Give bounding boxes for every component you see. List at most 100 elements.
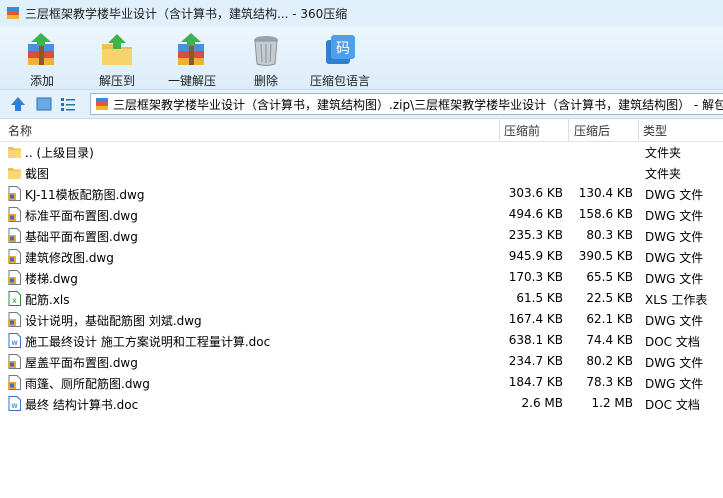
file-type: 文件夹 xyxy=(645,146,682,160)
file-size: 170.3 KB xyxy=(508,270,563,284)
doc-file-icon: w xyxy=(8,396,21,411)
add-button[interactable]: 添加 xyxy=(18,26,66,89)
file-packed-size: 22.5 KB xyxy=(586,291,633,305)
file-row[interactable]: 建筑修改图.dwg 945.9 KB 390.5 KB DWG 文件 xyxy=(0,246,723,267)
up-arrow-icon[interactable] xyxy=(10,96,26,112)
app-icon xyxy=(6,6,20,20)
file-name: 雨篷、厕所配筋图.dwg xyxy=(25,377,150,391)
add-archive-icon xyxy=(24,32,60,68)
file-type: DWG 文件 xyxy=(645,209,704,223)
file-row[interactable]: w 施工最终设计 施工方案说明和工程量计算.doc 638.1 KB 74.4 KB D… xyxy=(0,330,723,351)
column-divider[interactable] xyxy=(638,119,639,141)
file-packed-size: 130.4 KB xyxy=(578,186,633,200)
file-size: 945.9 KB xyxy=(508,249,563,263)
file-name: 最终 结构计算书.doc xyxy=(25,398,139,412)
file-type: XLS 工作表 xyxy=(645,293,708,307)
file-type: DWG 文件 xyxy=(645,377,704,391)
dwg-file-icon xyxy=(8,207,21,222)
dwg-file-icon xyxy=(8,228,21,243)
file-type: DWG 文件 xyxy=(645,314,704,328)
file-row[interactable]: w 最终 结构计算书.doc 2.6 MB 1.2 MB DOC 文档 xyxy=(0,393,723,414)
file-name: KJ-11模板配筋图.dwg xyxy=(25,188,145,202)
address-field[interactable]: 三层框架教学楼毕业设计（含计算书，建筑结构图）.zip\三层框架教学楼毕业设计（… xyxy=(90,93,723,115)
dwg-file-icon xyxy=(8,270,21,285)
svg-text:码: 码 xyxy=(336,41,350,57)
extract-folder-icon xyxy=(99,32,135,68)
file-size: 638.1 KB xyxy=(508,333,563,347)
file-name: 截图 xyxy=(25,167,50,181)
file-name: 配筋.xls xyxy=(25,293,70,307)
file-name: .. (上级目录) xyxy=(25,146,94,160)
file-packed-size: 62.1 KB xyxy=(586,312,633,326)
window-title: 三层框架教学楼毕业设计（含计算书，建筑结构... - 360压缩 xyxy=(25,6,348,21)
address-bar: 三层框架教学楼毕业设计（含计算书，建筑结构图）.zip\三层框架教学楼毕业设计（… xyxy=(0,89,723,119)
file-row[interactable]: KJ-11模板配筋图.dwg 303.6 KB 130.4 KB DWG 文件 xyxy=(0,183,723,204)
file-size: 494.6 KB xyxy=(508,207,563,221)
toolbar: 添加 解压到 一键解压 删除 码 压缩包语言 xyxy=(0,26,723,89)
extract-to-label: 解压到 xyxy=(98,74,135,88)
dwg-file-icon xyxy=(8,249,21,264)
archive-language-button[interactable]: 码 压缩包语言 xyxy=(306,26,374,89)
file-row[interactable]: x 配筋.xls 61.5 KB 22.5 KB XLS 工作表 xyxy=(0,288,723,309)
file-size: 61.5 KB xyxy=(516,291,563,305)
column-header: 名称 压缩前 压缩后 类型 xyxy=(0,119,723,142)
file-type: 文件夹 xyxy=(645,167,682,181)
large-icon-view-icon[interactable] xyxy=(36,96,52,112)
file-size: 234.7 KB xyxy=(508,354,563,368)
file-row[interactable]: 雨篷、厕所配筋图.dwg 184.7 KB 78.3 KB DWG 文件 xyxy=(0,372,723,393)
add-label: 添加 xyxy=(29,74,54,88)
svg-text:x: x xyxy=(12,296,17,305)
file-row[interactable]: 设计说明，基础配筋图 刘斌.dwg 167.4 KB 62.1 KB DWG 文件 xyxy=(0,309,723,330)
file-name: 基础平面布置图.dwg xyxy=(25,230,138,244)
file-type: DOC 文档 xyxy=(645,335,700,349)
column-type[interactable]: 类型 xyxy=(643,122,667,139)
file-name: 设计说明，基础配筋图 刘斌.dwg xyxy=(25,314,202,328)
dwg-file-icon xyxy=(8,354,21,369)
xls-file-icon: x xyxy=(8,291,21,306)
file-name: 楼梯.dwg xyxy=(25,272,78,286)
file-name: 标准平面布置图.dwg xyxy=(25,209,138,223)
one-click-extract-button[interactable]: 一键解压 xyxy=(164,26,220,89)
list-view-icon[interactable] xyxy=(60,96,76,112)
file-row[interactable]: 截图 文件夹 xyxy=(0,162,723,183)
extract-to-button[interactable]: 解压到 xyxy=(90,26,144,89)
address-path: 三层框架教学楼毕业设计（含计算书，建筑结构图）.zip\三层框架教学楼毕业设计（… xyxy=(113,97,723,112)
column-name[interactable]: 名称 xyxy=(8,122,32,139)
file-type: DOC 文档 xyxy=(645,398,700,412)
file-type: DWG 文件 xyxy=(645,188,704,202)
column-divider[interactable] xyxy=(568,119,569,141)
file-packed-size: 78.3 KB xyxy=(586,375,633,389)
file-packed-size: 74.4 KB xyxy=(586,333,633,347)
language-icon: 码 xyxy=(322,32,358,68)
file-row[interactable]: 楼梯.dwg 170.3 KB 65.5 KB DWG 文件 xyxy=(0,267,723,288)
file-type: DWG 文件 xyxy=(645,230,704,244)
file-packed-size: 80.2 KB xyxy=(586,354,633,368)
file-name: 屋盖平面布置图.dwg xyxy=(25,356,138,370)
file-list: .. (上级目录) 文件夹 截图 文件夹 KJ-11模板配筋图.dwg 303.6 KB 1… xyxy=(0,141,723,414)
delete-button[interactable]: 删除 xyxy=(244,26,288,89)
one-click-extract-icon xyxy=(174,32,210,68)
file-type: DWG 文件 xyxy=(645,356,704,370)
trash-icon xyxy=(248,32,284,68)
doc-file-icon: w xyxy=(8,333,21,348)
one-click-extract-label: 一键解压 xyxy=(167,74,216,88)
file-size: 184.7 KB xyxy=(508,375,563,389)
file-size: 2.6 MB xyxy=(521,396,563,410)
column-compressed-before[interactable]: 压缩前 xyxy=(504,122,540,139)
file-size: 303.6 KB xyxy=(508,186,563,200)
file-row[interactable]: 基础平面布置图.dwg 235.3 KB 80.3 KB DWG 文件 xyxy=(0,225,723,246)
delete-label: 删除 xyxy=(253,74,278,88)
file-row[interactable]: 标准平面布置图.dwg 494.6 KB 158.6 KB DWG 文件 xyxy=(0,204,723,225)
column-divider[interactable] xyxy=(499,119,500,141)
file-packed-size: 158.6 KB xyxy=(578,207,633,221)
folder-icon xyxy=(8,165,21,180)
folder-icon xyxy=(8,144,21,159)
svg-text:w: w xyxy=(11,401,18,410)
title-bar: 三层框架教学楼毕业设计（含计算书，建筑结构... - 360压缩 xyxy=(0,0,723,26)
column-compressed-after[interactable]: 压缩后 xyxy=(574,122,610,139)
file-row[interactable]: 屋盖平面布置图.dwg 234.7 KB 80.2 KB DWG 文件 xyxy=(0,351,723,372)
dwg-file-icon xyxy=(8,312,21,327)
file-row[interactable]: .. (上级目录) 文件夹 xyxy=(0,141,723,162)
archive-language-label: 压缩包语言 xyxy=(309,74,370,88)
dwg-file-icon xyxy=(8,186,21,201)
